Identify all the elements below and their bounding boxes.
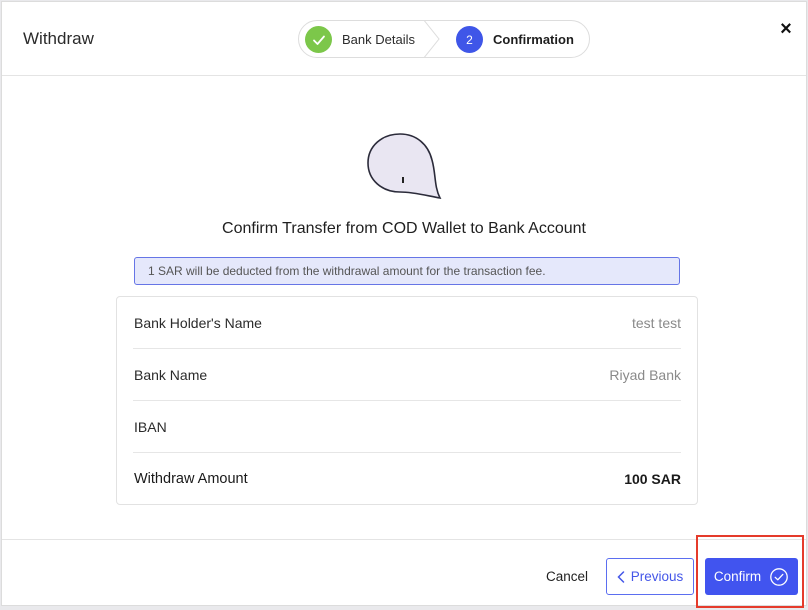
- close-icon[interactable]: ×: [776, 18, 796, 40]
- transfer-details-card: Bank Holder's Name test test Bank Name R…: [116, 296, 698, 505]
- cancel-button[interactable]: Cancel: [546, 569, 588, 584]
- detail-label: IBAN: [134, 419, 167, 435]
- confirm-button[interactable]: Confirm: [705, 558, 798, 595]
- fee-notice: 1 SAR will be deducted from the withdraw…: [134, 257, 680, 285]
- detail-row-bank-name: Bank Name Riyad Bank: [133, 349, 681, 401]
- step-confirmation[interactable]: Confirmation: [493, 32, 574, 47]
- confirm-heading: Confirm Transfer from COD Wallet to Bank…: [222, 220, 586, 237]
- detail-label: Withdraw Amount: [134, 471, 248, 487]
- detail-row-iban: IBAN: [133, 401, 681, 453]
- check-circle-icon: [770, 567, 788, 586]
- detail-label: Bank Name: [134, 367, 208, 383]
- withdraw-amount-value: 100 SAR: [624, 471, 681, 487]
- modal-header: Withdraw Bank Details 2 Confirmation ×: [2, 2, 806, 76]
- detail-row-holder-name: Bank Holder's Name test test: [133, 297, 681, 349]
- withdraw-modal: Withdraw Bank Details 2 Confirmation × C…: [1, 1, 807, 606]
- step-bank-details[interactable]: Bank Details: [342, 32, 415, 47]
- step-separator-chevron-icon: [423, 21, 440, 57]
- confirm-label: Confirm: [713, 569, 762, 584]
- detail-value: Riyad Bank: [609, 367, 681, 383]
- detail-row-withdraw-amount: Withdraw Amount 100 SAR: [133, 453, 681, 505]
- previous-label: Previous: [630, 569, 684, 584]
- chevron-left-icon: [617, 570, 624, 583]
- stepper: Bank Details 2 Confirmation: [298, 20, 590, 58]
- detail-value: test test: [631, 315, 681, 331]
- previous-button[interactable]: Previous: [606, 558, 694, 595]
- modal-title: Withdraw: [23, 29, 94, 48]
- step-number-badge: 2: [456, 26, 483, 53]
- wallet-drop-icon: [367, 133, 442, 200]
- modal-footer: Cancel Previous Confirm: [2, 539, 806, 607]
- step-completed-check-icon: [305, 26, 332, 53]
- detail-label: Bank Holder's Name: [134, 315, 262, 331]
